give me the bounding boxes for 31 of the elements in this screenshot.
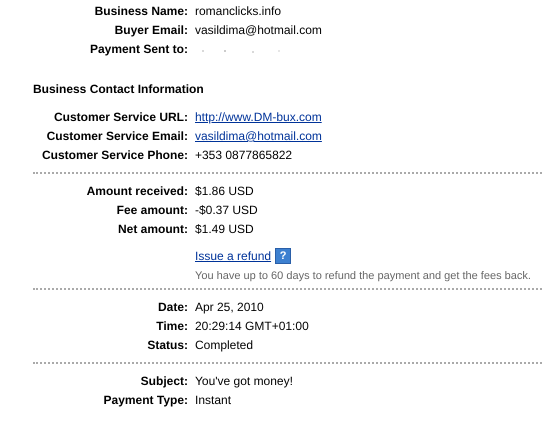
field-value: $1.86 USD [195, 184, 254, 198]
field-label: Fee amount: [116, 203, 188, 217]
field-value: Apr 25, 2010 [195, 300, 264, 314]
refund-note: You have up to 60 days to refund the payment and get the fees back. [195, 270, 532, 282]
help-icon[interactable]: ? [275, 248, 292, 264]
field-value: You've got money! [195, 374, 293, 388]
field-label: Buyer Email: [114, 23, 188, 37]
section-heading: Business Contact Information [33, 81, 205, 97]
field-label: Customer Service URL: [52, 110, 188, 124]
field-label: Net amount: [117, 222, 188, 236]
field-value: Instant [195, 393, 232, 407]
field-value: 20:29:14 GMT+01:00 [195, 319, 309, 333]
field-label: Status: [146, 338, 188, 352]
field-label: Time: [155, 319, 188, 333]
field-label: Customer Service Phone: [40, 148, 188, 162]
field-label: Payment Type: [102, 393, 188, 407]
field-value: $1.49 USD [195, 222, 254, 236]
refund-link[interactable]: Issue a refund [195, 249, 272, 263]
field-value: romanclicks.info [195, 4, 282, 18]
value-link[interactable]: vasildima@hotmail.com [195, 129, 322, 143]
field-value: Completed [195, 338, 254, 352]
field-value: -$0.37 USD [195, 203, 258, 217]
field-value: +353 0877865822 [195, 148, 292, 162]
field-label: Subject: [140, 374, 188, 388]
field-label: Amount received: [86, 184, 188, 198]
field-label: Business Name: [94, 4, 188, 18]
field-label: Date: [156, 300, 188, 314]
field-value: vasildima@hotmail.com [195, 23, 322, 37]
field-label: Payment Sent to: [88, 42, 188, 56]
value-link[interactable]: http://www.DM-bux.com [195, 110, 322, 124]
field-label: Customer Service Email: [46, 129, 188, 143]
